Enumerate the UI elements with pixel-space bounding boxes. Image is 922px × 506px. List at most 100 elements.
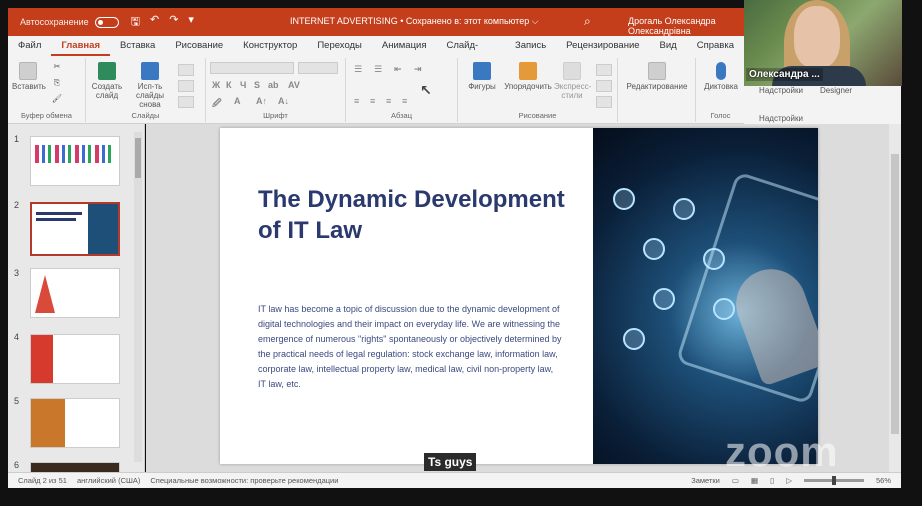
tab-design[interactable]: Конструктор [233, 36, 307, 56]
save-icon[interactable]: 🖫 [131, 13, 140, 32]
slides-label: Слайды [131, 111, 160, 120]
notes-button[interactable]: Заметки [691, 476, 720, 485]
indent-icon[interactable]: ⇤ [394, 64, 402, 75]
drawing-label: Рисование [518, 111, 557, 120]
reuse-slides-icon [141, 62, 159, 80]
arrange-button[interactable]: Упорядочить [502, 62, 554, 91]
thumb-number: 4 [14, 332, 20, 342]
format-painter-icon[interactable]: 🖌 [50, 94, 64, 103]
slide-thumbnail-4[interactable] [30, 334, 120, 384]
tab-animations[interactable]: Анимация [372, 36, 437, 56]
align-left-icon[interactable]: ≡ [354, 96, 359, 106]
editing-button[interactable]: Редактирование [622, 62, 692, 91]
grow-font-icon[interactable]: A↑ [256, 96, 267, 106]
shape-fill-icon[interactable] [596, 64, 612, 76]
reuse-slides-button[interactable]: Исп-ть слайды снова [130, 62, 170, 109]
reading-view-icon[interactable]: ▯ [770, 476, 774, 485]
slide-title[interactable]: The Dynamic Development of IT Law [258, 184, 578, 246]
strike-icon[interactable]: ab [268, 80, 279, 90]
numbering-icon[interactable]: ☰ [374, 64, 382, 75]
redo-icon[interactable]: ↷ [169, 13, 178, 32]
shape-effects-icon[interactable] [596, 96, 612, 108]
italic-icon[interactable]: К [226, 80, 232, 90]
slide-thumbnail-5[interactable] [30, 398, 120, 448]
customize-icon[interactable]: ▾ [188, 13, 194, 32]
slide-thumbnail-1[interactable] [30, 136, 120, 186]
tab-view[interactable]: Вид [650, 36, 687, 56]
underline-icon[interactable]: Ч [240, 80, 246, 90]
justify-icon[interactable]: ≡ [402, 96, 407, 106]
font-color-icon[interactable]: A [234, 96, 241, 106]
copy-icon[interactable]: ⎘ [50, 78, 64, 87]
tab-file[interactable]: Файл [8, 36, 51, 56]
voice-group: Диктовка Голос [696, 58, 746, 122]
bold-icon[interactable]: Ж [212, 80, 220, 90]
highlight-icon[interactable]: 🖉 [212, 96, 222, 112]
tab-draw[interactable]: Рисование [165, 36, 233, 56]
slide-thumbnail-2[interactable] [30, 202, 120, 256]
undo-icon[interactable]: ↶ [150, 13, 159, 32]
align-center-icon[interactable]: ≡ [370, 96, 375, 106]
search-icon[interactable]: ⌕ [584, 14, 591, 29]
arrange-icon [519, 62, 537, 80]
thumb-number: 2 [14, 200, 20, 210]
shadow-icon[interactable]: S [254, 80, 260, 90]
paste-button[interactable]: Вставить [12, 62, 46, 91]
slide-body[interactable]: IT law has become a topic of discussion … [258, 302, 563, 392]
shape-outline-icon[interactable] [596, 80, 612, 92]
section-icon[interactable] [178, 96, 194, 108]
participant-video[interactable]: Олександра ... [744, 0, 902, 86]
quick-styles-button[interactable]: Экспресс-стили [554, 62, 591, 100]
voice-label: Голос [710, 111, 731, 120]
addins-button[interactable]: Надстройки [756, 86, 806, 95]
tab-slideshow[interactable]: Слайд-шоу [437, 36, 506, 71]
bottom-border [0, 488, 922, 506]
font-size-box[interactable] [298, 62, 338, 74]
dictate-button[interactable]: Диктовка [698, 62, 744, 91]
thumb-number: 6 [14, 460, 20, 470]
reset-icon[interactable] [178, 80, 194, 92]
participant-face [794, 6, 840, 68]
tab-home[interactable]: Главная [51, 36, 110, 56]
spacing-icon[interactable]: AV [288, 80, 300, 90]
tab-record[interactable]: Запись [505, 36, 556, 56]
thumb-number: 1 [14, 134, 20, 144]
outdent-icon[interactable]: ⇥ [414, 64, 422, 75]
font-group: Ж К Ч S ab AV 🖉 A A↑ A↓ Шрифт [206, 58, 346, 122]
new-slide-button[interactable]: Создать слайд [90, 62, 124, 100]
bullets-icon[interactable]: ☰ [354, 64, 362, 75]
sorter-view-icon[interactable]: ▦ [751, 476, 758, 485]
find-icon [648, 62, 666, 80]
addins-label: Надстройки [759, 114, 803, 123]
font-name-box[interactable] [210, 62, 294, 74]
tab-review[interactable]: Рецензирование [556, 36, 649, 56]
current-slide[interactable]: The Dynamic Development of IT Law IT law… [220, 128, 818, 464]
document-title[interactable]: INTERNET ADVERTISING • Сохранено в: этот… [290, 16, 539, 27]
editor-scrollbar[interactable] [889, 124, 901, 472]
normal-view-icon[interactable]: ▭ [732, 476, 739, 485]
title-bar: Автосохранение 🖫 ↶ ↷ ▾ INTERNET ADVERTIS… [8, 8, 744, 36]
tab-transitions[interactable]: Переходы [307, 36, 372, 56]
align-right-icon[interactable]: ≡ [386, 96, 391, 106]
slide-thumbnail-3[interactable] [30, 268, 120, 318]
slide-thumbnail-6[interactable] [30, 462, 120, 472]
user-name[interactable]: Дрогаль Олександра Олександрівна [628, 16, 744, 36]
thumbnail-scrollbar[interactable] [134, 132, 142, 462]
autosave-toggle[interactable] [94, 16, 119, 28]
accessibility-indicator[interactable]: Специальные возможности: проверьте реком… [150, 476, 338, 485]
slide-image[interactable] [593, 128, 818, 464]
language-indicator[interactable]: английский (США) [77, 476, 140, 485]
cut-icon[interactable]: ✂ [50, 62, 64, 71]
shapes-button[interactable]: Фигуры [462, 62, 502, 91]
quick-access-toolbar: 🖫 ↶ ↷ ▾ [131, 13, 194, 32]
shrink-font-icon[interactable]: A↓ [278, 96, 289, 106]
thumb-number: 3 [14, 268, 20, 278]
zoom-level[interactable]: 56% [876, 476, 891, 485]
autosave-label: Автосохранение [20, 17, 89, 27]
designer-button[interactable]: Designer [816, 86, 856, 95]
zoom-slider[interactable] [803, 476, 864, 485]
tab-help[interactable]: Справка [687, 36, 744, 56]
slideshow-view-icon[interactable]: ▷ [786, 476, 792, 485]
tab-insert[interactable]: Вставка [110, 36, 165, 56]
layout-icon[interactable] [178, 64, 194, 76]
